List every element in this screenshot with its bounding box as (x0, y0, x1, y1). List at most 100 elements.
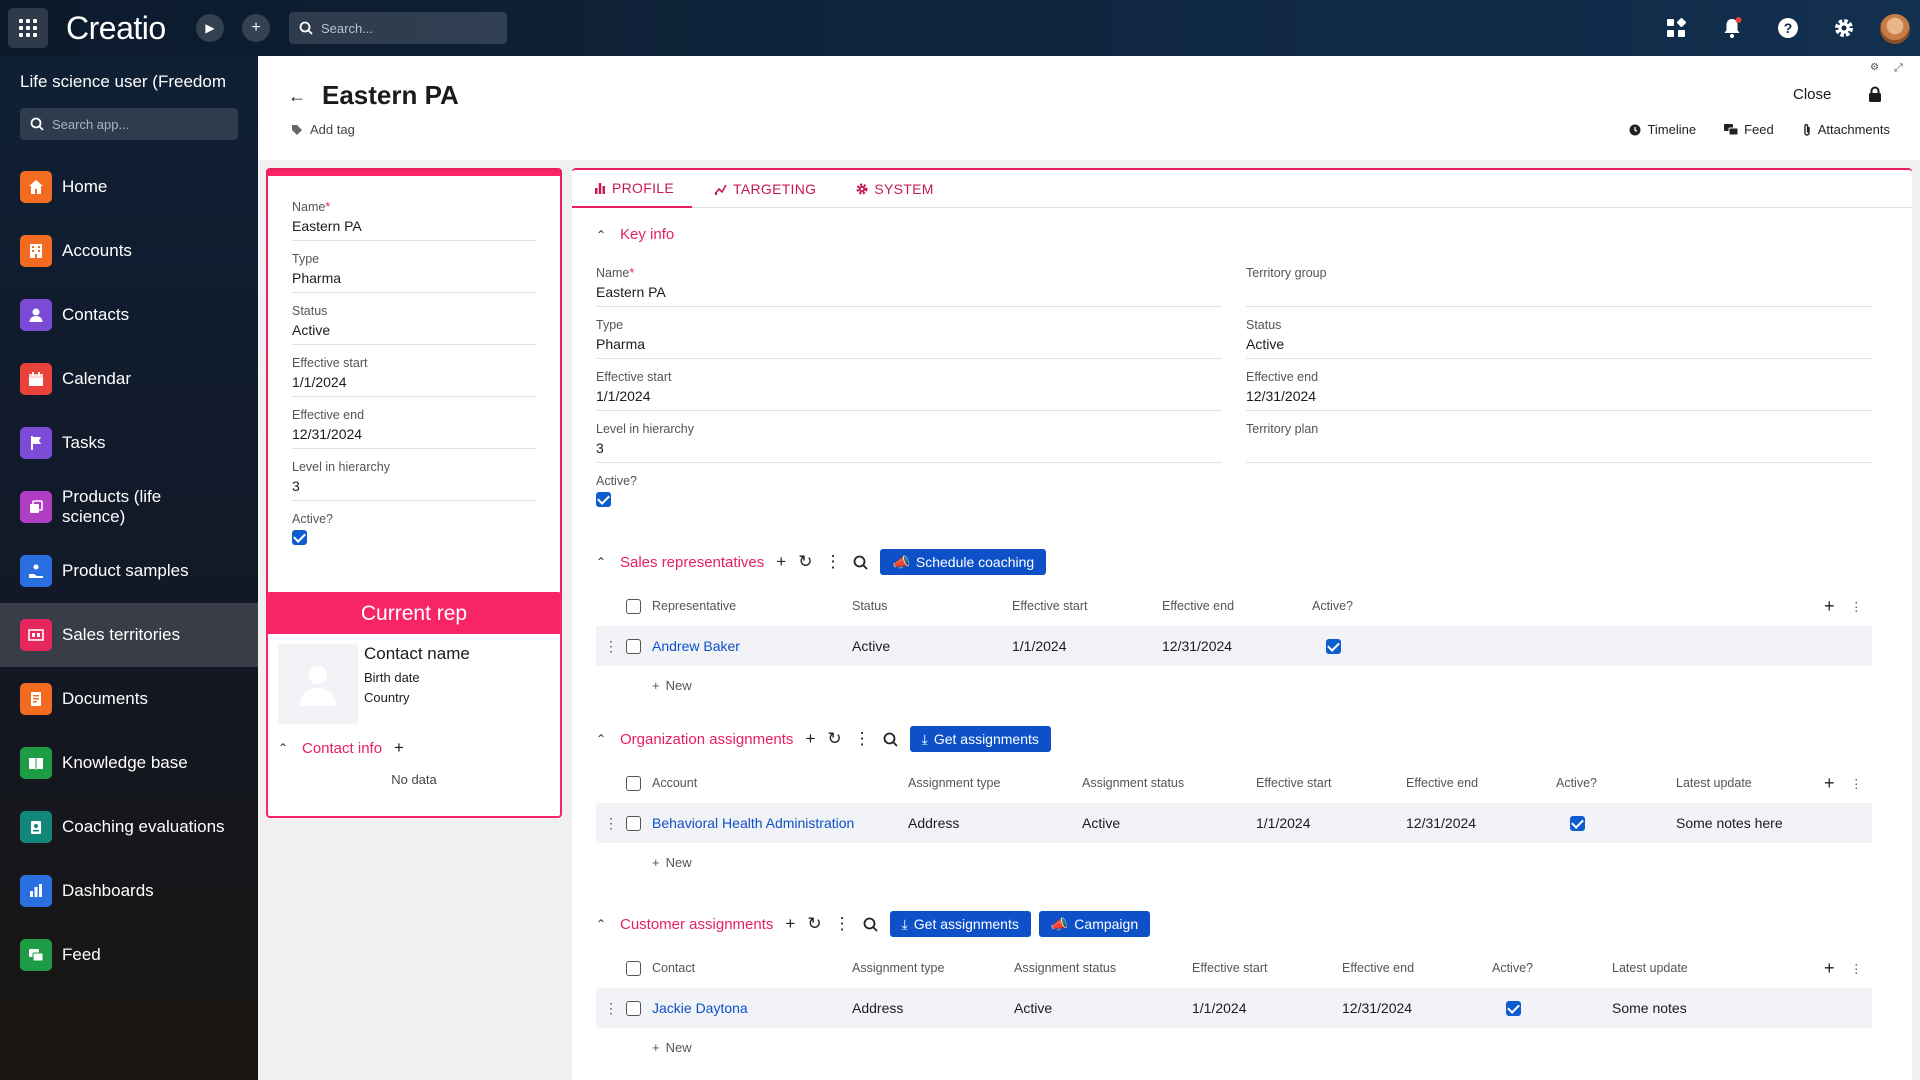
timeline-button[interactable]: Timeline (1629, 122, 1696, 137)
app-search-input[interactable]: Search app... (20, 108, 238, 140)
chevron-up-icon[interactable]: ⌃ (596, 228, 608, 242)
column-header[interactable]: Effective end (1342, 948, 1414, 988)
new-row-button[interactable]: + New (652, 1040, 692, 1055)
nav-item-accounts[interactable]: Accounts (0, 219, 258, 283)
search-icon[interactable] (883, 732, 898, 747)
column-header[interactable]: Effective start (1256, 763, 1332, 803)
table-row[interactable]: ⋮ Jackie Daytona Address Active 1/1/2024… (596, 988, 1872, 1028)
more-vertical-icon[interactable]: ⋮ (824, 552, 841, 572)
notifications-button[interactable] (1718, 14, 1746, 42)
nav-item-contacts[interactable]: Contacts (0, 283, 258, 347)
select-all-checkbox[interactable] (626, 763, 641, 803)
effective-end-field[interactable]: Effective end 12/31/2024 (292, 408, 536, 449)
campaign-button[interactable]: 📣 Campaign (1038, 911, 1151, 937)
column-header[interactable]: Active? (1312, 586, 1353, 626)
row-checkbox[interactable] (626, 626, 641, 666)
chevron-up-icon[interactable]: ⌃ (278, 741, 290, 755)
contact-info-title[interactable]: Contact info (302, 740, 382, 757)
search-icon[interactable] (853, 555, 869, 570)
more-vertical-icon[interactable]: ⋮ (854, 729, 871, 749)
sales-reps-title[interactable]: Sales representatives (620, 554, 764, 571)
nav-item-products[interactable]: Products (life science) (0, 475, 258, 539)
get-assignments-button[interactable]: ⤓ Get assignments (889, 911, 1031, 937)
lock-icon[interactable] (1868, 86, 1882, 102)
active-checkbox[interactable] (1570, 803, 1585, 843)
add-column-icon[interactable]: + (1824, 586, 1835, 626)
nav-item-feed[interactable]: Feed (0, 923, 258, 987)
name-field[interactable]: Name* Eastern PA (292, 200, 536, 241)
help-button[interactable]: ? (1774, 14, 1802, 42)
settings-button[interactable] (1830, 14, 1858, 42)
table-row[interactable]: ⋮ Behavioral Health Administration Addre… (596, 803, 1872, 843)
more-vertical-icon[interactable]: ⋮ (1850, 948, 1863, 988)
column-header[interactable]: Effective start (1012, 586, 1088, 626)
column-header[interactable]: Effective start (1192, 948, 1268, 988)
feed-button[interactable]: Feed (1724, 122, 1774, 137)
active-checkbox[interactable] (1326, 626, 1341, 666)
add-icon[interactable]: + (805, 729, 815, 749)
row-menu-icon[interactable]: ⋮ (604, 803, 618, 843)
account-link[interactable]: Behavioral Health Administration (652, 803, 854, 843)
org-assignments-title[interactable]: Organization assignments (620, 731, 793, 748)
nav-item-sales-territories[interactable]: Sales territories (0, 603, 258, 667)
select-all-checkbox[interactable] (626, 948, 641, 988)
territory-plan-field[interactable]: Territory plan (1246, 422, 1872, 463)
attachments-button[interactable]: Attachments (1802, 122, 1890, 137)
more-vertical-icon[interactable]: ⋮ (834, 914, 851, 934)
tab-profile[interactable]: PROFILE (572, 170, 693, 208)
new-row-button[interactable]: + New (652, 855, 692, 870)
run-process-button[interactable]: ▶ (196, 14, 224, 42)
apps-button[interactable] (1662, 14, 1690, 42)
column-header[interactable]: Representative (652, 586, 736, 626)
row-menu-icon[interactable]: ⋮ (604, 626, 618, 666)
column-header[interactable]: Active? (1556, 763, 1597, 803)
nav-item-dashboards[interactable]: Dashboards (0, 859, 258, 923)
tab-system[interactable]: SYSTEM (834, 170, 951, 208)
close-button[interactable]: Close (1793, 86, 1831, 103)
row-checkbox[interactable] (626, 988, 641, 1028)
nav-item-documents[interactable]: Documents (0, 667, 258, 731)
chevron-up-icon[interactable]: ⌃ (596, 732, 608, 746)
contact-photo[interactable] (278, 644, 358, 724)
level-in-hierarchy-field[interactable]: Level in hierarchy 3 (292, 460, 536, 501)
more-vertical-icon[interactable]: ⋮ (1850, 763, 1863, 803)
column-header[interactable]: Assignment type (908, 763, 1000, 803)
nav-item-product-samples[interactable]: Product samples (0, 539, 258, 603)
column-header[interactable]: Effective end (1406, 763, 1478, 803)
contact-link[interactable]: Jackie Daytona (652, 988, 748, 1028)
key-status-field[interactable]: Status Active (1246, 318, 1872, 359)
tab-targeting[interactable]: TARGETING (692, 170, 834, 208)
add-tag-button[interactable]: Add tag (292, 122, 355, 137)
table-row[interactable]: ⋮ Andrew Baker Active 1/1/2024 12/31/202… (596, 626, 1872, 666)
type-field[interactable]: Type Pharma (292, 252, 536, 293)
active-checkbox[interactable] (1506, 988, 1521, 1028)
territory-group-field[interactable]: Territory group (1246, 266, 1872, 307)
status-field[interactable]: Status Active (292, 304, 536, 345)
add-icon[interactable]: + (394, 738, 404, 758)
key-level-field[interactable]: Level in hierarchy 3 (596, 422, 1222, 463)
column-header[interactable]: Effective end (1162, 586, 1234, 626)
column-header[interactable]: Assignment status (1014, 948, 1116, 988)
schedule-coaching-button[interactable]: 📣 Schedule coaching (880, 549, 1047, 575)
contact-name[interactable]: Contact name (364, 644, 470, 664)
key-info-title[interactable]: Key info (620, 226, 674, 243)
row-menu-icon[interactable]: ⋮ (604, 988, 618, 1028)
active-checkbox[interactable] (292, 530, 307, 545)
key-effective-end-field[interactable]: Effective end 12/31/2024 (1246, 370, 1872, 411)
new-row-button[interactable]: + New (652, 678, 692, 693)
select-all-checkbox[interactable] (626, 586, 641, 626)
row-checkbox[interactable] (626, 803, 641, 843)
column-header[interactable]: Latest update (1612, 948, 1688, 988)
global-search[interactable]: Search... (289, 12, 507, 44)
add-icon[interactable]: + (776, 552, 786, 572)
app-launcher-button[interactable] (8, 8, 48, 48)
nav-item-tasks[interactable]: Tasks (0, 411, 258, 475)
column-header[interactable]: Latest update (1676, 763, 1752, 803)
nav-item-knowledge-base[interactable]: Knowledge base (0, 731, 258, 795)
column-header[interactable]: Status (852, 586, 887, 626)
page-settings-icon[interactable]: ⚙ (1870, 62, 1879, 73)
user-avatar[interactable] (1880, 14, 1910, 44)
customer-assignments-title[interactable]: Customer assignments (620, 916, 773, 933)
chevron-up-icon[interactable]: ⌃ (596, 917, 608, 931)
column-header[interactable]: Account (652, 763, 697, 803)
